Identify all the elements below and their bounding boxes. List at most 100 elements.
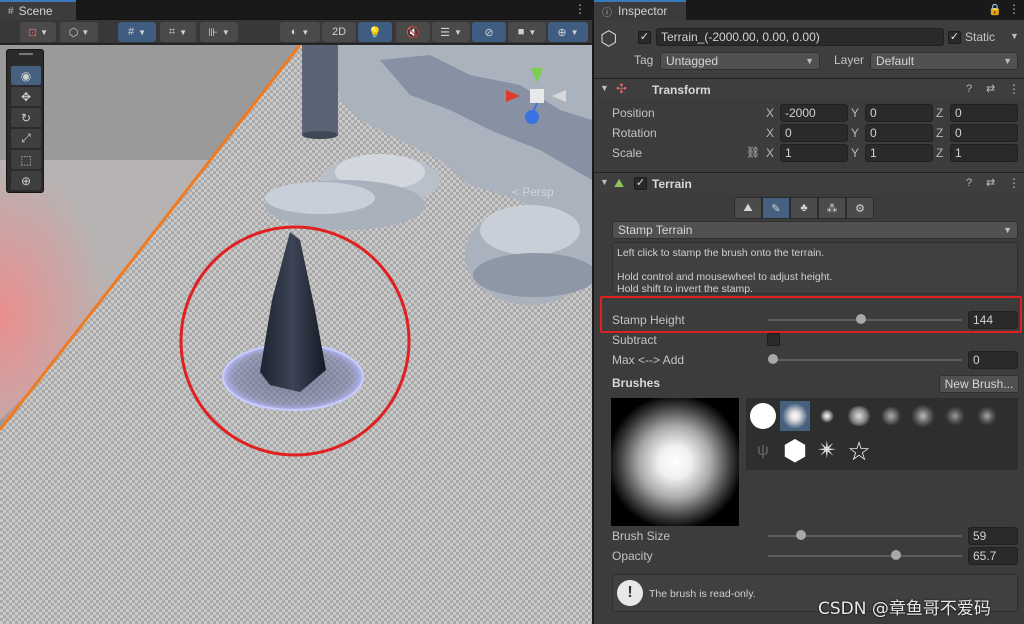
layer-dropdown[interactable]: Default ▼ bbox=[870, 52, 1018, 70]
presets-icon[interactable]: ⇄ bbox=[986, 82, 995, 95]
axis-z-label: Z bbox=[936, 126, 944, 140]
component-menu-icon[interactable]: ⋮ bbox=[1008, 82, 1020, 96]
paint-terrain-button[interactable]: ✎ bbox=[762, 197, 790, 219]
brush-noise-3[interactable] bbox=[972, 401, 1002, 431]
tab-scene[interactable]: # Scene bbox=[0, 0, 76, 20]
object-active-checkbox[interactable]: ✓ bbox=[638, 31, 651, 44]
brush-size-slider-knob[interactable] bbox=[795, 530, 806, 540]
terrain-title: Terrain bbox=[652, 177, 692, 191]
scene-panel-menu-icon[interactable]: ⋮ bbox=[574, 2, 586, 16]
perspective-label[interactable]: < Persp bbox=[512, 185, 554, 199]
chevron-down-icon: ▼ bbox=[570, 27, 579, 37]
opacity-slider[interactable] bbox=[768, 555, 962, 557]
draw-mode-button[interactable]: ◐ ▼ bbox=[280, 22, 320, 42]
brush-noise-1[interactable] bbox=[876, 401, 906, 431]
brush-splatter[interactable] bbox=[908, 401, 938, 431]
terrain-tool-value: Stamp Terrain bbox=[618, 223, 693, 237]
component-menu-icon[interactable]: ⋮ bbox=[1008, 176, 1020, 190]
increment-snap-button[interactable]: ⌗ ▼ bbox=[160, 22, 196, 42]
create-neighbor-button[interactable]: ⛰ bbox=[734, 197, 762, 219]
rotate-tool-button[interactable]: ↻ bbox=[11, 108, 41, 127]
object-name-field[interactable]: Terrain_(-2000.00, 0.00, 0.00) bbox=[656, 28, 944, 46]
grid-snap-button[interactable]: # ▼ bbox=[118, 22, 156, 42]
info-icon: ⓘ bbox=[602, 7, 612, 19]
tag-dropdown[interactable]: Untagged ▼ bbox=[660, 52, 820, 70]
visibility-toggle-button[interactable]: ⊘ bbox=[472, 22, 506, 42]
transform-rotation-x-field[interactable]: 0 bbox=[780, 124, 848, 142]
max-add-slider[interactable] bbox=[768, 359, 962, 361]
terrain-tool-dropdown[interactable]: Stamp Terrain ▼ bbox=[612, 221, 1018, 239]
max-add-field[interactable]: 0 bbox=[968, 351, 1018, 369]
transform-scale-x-field[interactable]: 1 bbox=[780, 144, 848, 162]
gizmos-button[interactable]: ⊕ ▼ bbox=[548, 22, 588, 42]
transform-position-z-field[interactable]: 0 bbox=[950, 104, 1018, 122]
max-add-label: Max <--> Add bbox=[612, 353, 685, 367]
paint-trees-button[interactable]: ♣ bbox=[790, 197, 818, 219]
brush-cloud[interactable] bbox=[844, 401, 874, 431]
opacity-label: Opacity bbox=[612, 549, 653, 563]
transform-position-y-field[interactable]: 0 bbox=[865, 104, 933, 122]
scene-viewport[interactable]: < Persp bbox=[0, 45, 592, 624]
transform-scale-z-field[interactable]: 1 bbox=[950, 144, 1018, 162]
new-brush-button[interactable]: New Brush... bbox=[939, 375, 1019, 393]
constrain-proportions-icon[interactable]: ⛓ bbox=[746, 146, 760, 159]
effects-button[interactable]: ☰ ▼ bbox=[432, 22, 470, 42]
scale-tool-button[interactable]: ⤢ bbox=[11, 129, 41, 148]
noise-brush-icon bbox=[977, 406, 997, 426]
terrain-add-icon: ⛰ bbox=[743, 201, 753, 214]
transform-position-label: Position bbox=[612, 106, 655, 120]
inspector-menu-icon[interactable]: ⋮ bbox=[1008, 2, 1020, 16]
opacity-field[interactable]: 65.7 bbox=[968, 547, 1018, 565]
camera-button[interactable]: ■ ▼ bbox=[508, 22, 546, 42]
transform-tool-button[interactable]: ⊕ bbox=[11, 171, 41, 190]
chevron-down-icon[interactable]: ▼ bbox=[1010, 31, 1019, 41]
transform-position-x-field[interactable]: -2000 bbox=[780, 104, 848, 122]
terrain-enabled-checkbox[interactable]: ✓ bbox=[634, 177, 647, 190]
brush-preview bbox=[611, 398, 739, 526]
brush-noise-2[interactable] bbox=[940, 401, 970, 431]
brush-hexagon[interactable]: ⬢ bbox=[780, 436, 810, 466]
help-icon[interactable]: ? bbox=[966, 177, 972, 189]
star-brush-icon: ☆ bbox=[847, 436, 871, 466]
brush-small-dot[interactable] bbox=[812, 401, 842, 431]
brush-soft-circle-selected[interactable] bbox=[780, 401, 810, 431]
chevron-down-icon: ▼ bbox=[1003, 56, 1012, 66]
view-tool-button[interactable]: ◉ bbox=[11, 66, 41, 85]
noise-brush-icon bbox=[881, 406, 901, 426]
subtract-checkbox[interactable] bbox=[767, 333, 780, 346]
terrain-header[interactable]: ▼ ⛰ ✓ Terrain ? ⇄ ⋮ bbox=[594, 172, 1024, 194]
rect-tool-button[interactable]: ⬚ bbox=[11, 150, 41, 169]
terrain-settings-button[interactable]: ⚙ bbox=[846, 197, 874, 219]
inspector-tab-bar: ⓘ Inspector 🔒 ⋮ bbox=[594, 0, 1024, 20]
tab-inspector[interactable]: ⓘ Inspector bbox=[594, 0, 686, 20]
max-add-slider-knob[interactable] bbox=[768, 354, 778, 364]
axis-x-label: X bbox=[766, 106, 775, 120]
transform-header[interactable]: ▼ ✣ Transform ? ⇄ ⋮ bbox=[594, 78, 1024, 100]
lighting-toggle-button[interactable]: 💡 bbox=[358, 22, 392, 42]
brush-size-field[interactable]: 59 bbox=[968, 527, 1018, 545]
help-icon[interactable]: ? bbox=[966, 83, 972, 95]
presets-icon[interactable]: ⇄ bbox=[986, 176, 995, 189]
scale-icon: ⤢ bbox=[21, 131, 31, 145]
transform-rotation-y-field[interactable]: 0 bbox=[865, 124, 933, 142]
audio-toggle-button[interactable]: 🔇 bbox=[396, 22, 430, 42]
stamp-height-label: Stamp Height bbox=[612, 313, 685, 327]
transform-scale-y-field[interactable]: 1 bbox=[865, 144, 933, 162]
ruler-button[interactable]: ⊪ ▼ bbox=[200, 22, 238, 42]
brush-sparkle[interactable]: ✴ bbox=[812, 436, 842, 466]
transform-rotation-z-field[interactable]: 0 bbox=[950, 124, 1018, 142]
brush-star[interactable]: ☆ bbox=[844, 436, 874, 466]
tool-strip-grip[interactable] bbox=[19, 53, 33, 55]
brush-hard-circle[interactable] bbox=[748, 401, 778, 431]
tool-handle-button[interactable]: ⊡ ▼ bbox=[20, 22, 56, 42]
paint-details-button[interactable]: ⁂ bbox=[818, 197, 846, 219]
pivot-button[interactable]: ⬡ ▼ bbox=[60, 22, 98, 42]
lock-icon[interactable]: 🔒 bbox=[988, 3, 1002, 16]
toggle-2d-button[interactable]: 2D bbox=[322, 22, 356, 42]
static-checkbox[interactable]: ✓ bbox=[948, 31, 961, 44]
move-tool-button[interactable]: ✥ bbox=[11, 87, 41, 106]
opacity-slider-knob[interactable] bbox=[891, 550, 902, 560]
chevron-down-icon: ▼ bbox=[805, 56, 814, 66]
brush-grass[interactable]: ψ bbox=[748, 436, 778, 466]
stamp-height-field[interactable]: 144 bbox=[968, 311, 1018, 329]
